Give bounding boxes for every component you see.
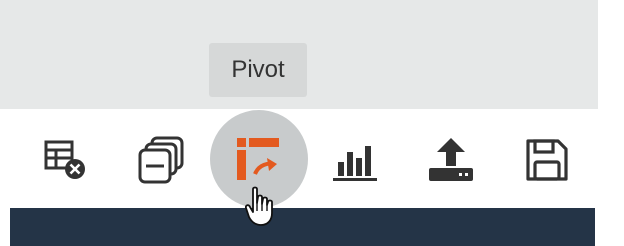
app-window: Pivot <box>0 0 624 246</box>
floppy-disk-icon <box>526 139 568 181</box>
pivot-icon-wrap[interactable] <box>233 134 285 186</box>
collapse-layers-button[interactable] <box>136 134 188 186</box>
pivot-tooltip: Pivot <box>209 43 307 97</box>
upload-icon <box>429 138 473 181</box>
table-remove-icon <box>44 140 85 179</box>
save-button[interactable] <box>521 134 573 186</box>
chart-button[interactable] <box>329 134 381 186</box>
layers-minus-icon <box>138 136 184 184</box>
hand-cursor-icon <box>244 186 273 226</box>
pivot-icon <box>237 138 279 180</box>
export-button[interactable] <box>425 134 477 186</box>
table-remove-button[interactable] <box>40 134 92 186</box>
content-header-bar <box>10 208 595 246</box>
bar-chart-icon <box>333 146 377 181</box>
